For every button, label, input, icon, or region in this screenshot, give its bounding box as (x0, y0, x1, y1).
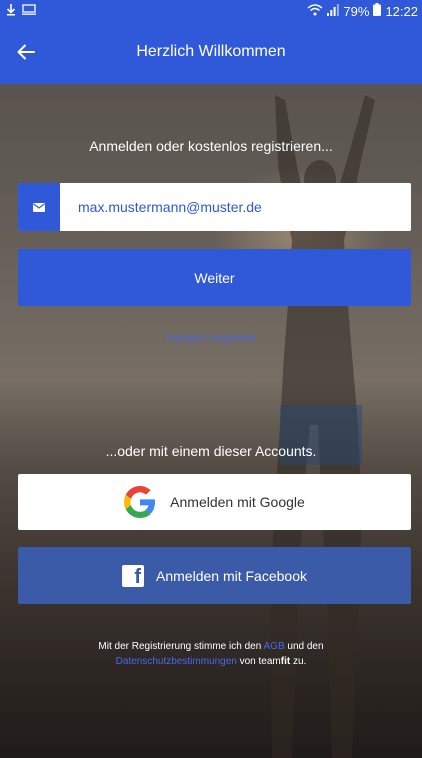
agb-link[interactable]: AGB (264, 641, 285, 652)
terms-line2-suffix: zu. (293, 656, 307, 667)
terms-line1-prefix: Mit der Registrierung stimme ich den (98, 641, 262, 652)
signal-icon (327, 3, 340, 19)
mail-icon (33, 202, 45, 212)
battery-percent: 79% (343, 3, 370, 19)
battery-icon (373, 3, 382, 19)
terms-line1-suffix: und den (287, 641, 324, 652)
facebook-logo-icon: f (122, 564, 145, 587)
login-subtitle: Anmelden oder kostenlos registrieren... (89, 138, 333, 154)
facebook-login-button[interactable]: f Anmelden mit Facebook (18, 547, 411, 604)
google-login-label: Anmelden mit Google (170, 494, 305, 510)
privacy-link[interactable]: Datenschutzbestimmungen (116, 656, 237, 667)
screen-icon (22, 4, 36, 18)
terms-text: Mit der Registrierung stimme ich den AGB… (0, 639, 422, 669)
terms-line2-prefix: von team (239, 656, 281, 667)
facebook-login-label: Anmelden mit Facebook (156, 567, 307, 584)
app-bar: Herzlich Willkommen (0, 22, 422, 84)
status-bar: 79% 12:22 (0, 0, 422, 22)
clock: 12:22 (385, 3, 418, 19)
email-icon-box (18, 183, 60, 231)
google-login-button[interactable]: Anmelden mit Google (18, 474, 411, 530)
wifi-icon (307, 3, 323, 19)
social-login-heading: ...oder mit einem dieser Accounts. (105, 443, 317, 459)
page-title: Herzlich Willkommen (136, 43, 286, 60)
download-icon (6, 3, 16, 19)
email-field[interactable] (18, 183, 411, 231)
email-input[interactable] (60, 183, 411, 231)
continue-button[interactable]: Weiter (18, 249, 411, 306)
google-logo-icon (124, 486, 156, 518)
forgot-password-link[interactable]: Passwort vergessen (0, 333, 422, 344)
brand-name-bold: fit (280, 656, 291, 667)
